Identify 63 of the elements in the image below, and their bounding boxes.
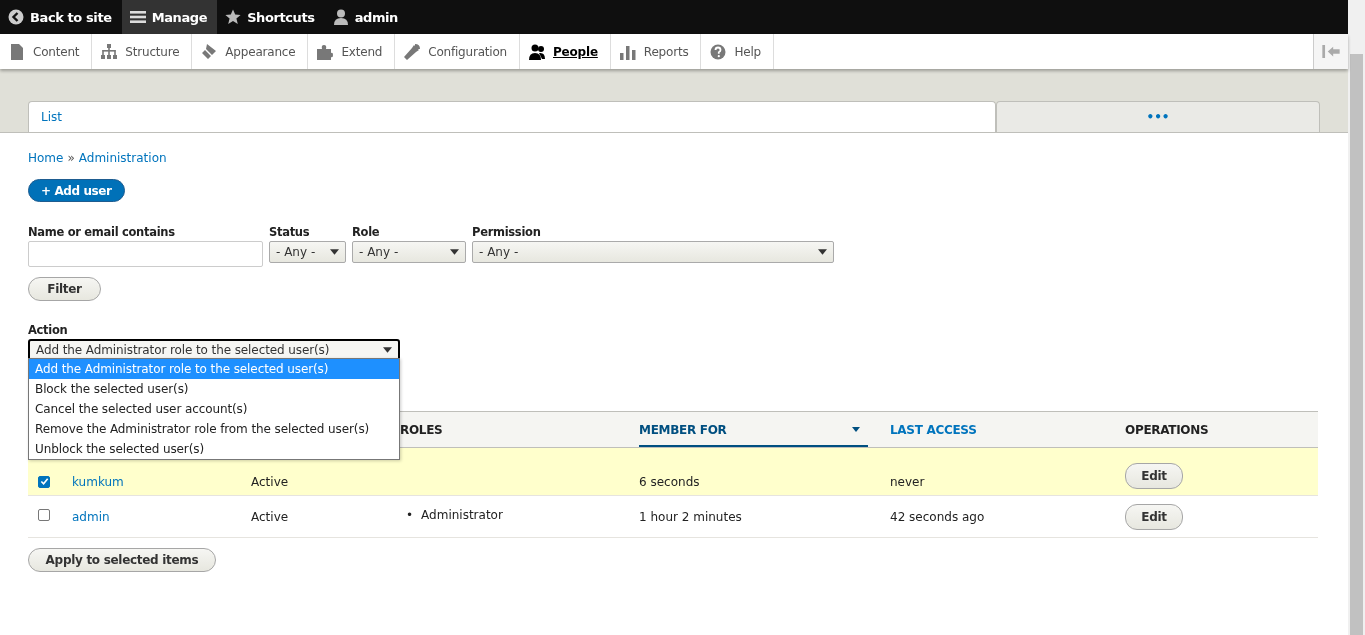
sitemap-icon: [101, 43, 118, 60]
back-icon: [8, 9, 24, 25]
checkbox[interactable]: [38, 475, 50, 488]
field-label: Role: [352, 225, 381, 239]
field-label: Permission: [472, 225, 542, 239]
toolbar-item[interactable]: Manage: [121, 0, 218, 34]
add-user-button[interactable]: + Add user: [28, 179, 125, 202]
bullet: •: [406, 506, 414, 523]
caret-icon: [383, 347, 392, 353]
dropdown-option[interactable]: Cancel the selected user account(s): [29, 399, 399, 419]
column-header[interactable]: MEMBER FOR: [639, 411, 868, 448]
sort-icon: [852, 427, 860, 432]
toolbar-item[interactable]: admin: [324, 0, 408, 34]
breadcrumb-separator: »: [67, 151, 75, 165]
tab[interactable]: •••: [996, 101, 1320, 132]
caret-icon: [818, 249, 827, 255]
arrow-left-icon: [1322, 45, 1340, 58]
star-icon: [225, 9, 242, 25]
toolbar-item[interactable]: Shortcuts: [217, 0, 325, 34]
caret-icon: [450, 249, 459, 255]
select-field[interactable]: - Any -: [269, 241, 346, 263]
caret-icon: [330, 249, 339, 255]
apply-button[interactable]: Apply to selected items: [28, 548, 216, 572]
role-item: Administrator: [421, 506, 503, 523]
breadcrumb-link[interactable]: Administration: [78, 151, 167, 165]
page-icon: [9, 43, 25, 60]
field-label: Status: [269, 225, 311, 239]
column-header[interactable]: LAST ACCESS: [868, 411, 1125, 448]
checkbox[interactable]: [38, 509, 50, 521]
toolbar-item[interactable]: Back to site: [0, 0, 122, 34]
action-select[interactable]: Add the Administrator role to the selected user(s): [28, 339, 400, 361]
member-for-text: 1 hour 2 minutes: [639, 509, 742, 524]
last-access-text: 42 seconds ago: [890, 509, 985, 524]
select-field[interactable]: - Any -: [352, 241, 466, 263]
input-field[interactable]: [28, 241, 263, 267]
dropdown-option[interactable]: Block the selected user(s): [29, 379, 399, 399]
field-label: Name or email contains: [28, 225, 176, 239]
user-icon: [332, 9, 349, 25]
people-icon: [529, 43, 545, 60]
table-row[interactable]: admin Active • Administrator 1 hour 2 minutes 42 seconds ago Edit: [28, 495, 1318, 538]
status-text: Active: [251, 509, 289, 524]
username-link[interactable]: kumkum: [72, 475, 124, 489]
username-link[interactable]: admin: [72, 509, 110, 524]
edit-button[interactable]: Edit: [1125, 503, 1183, 530]
tab[interactable]: List: [28, 101, 996, 132]
scrollbar-thumb[interactable]: [1350, 54, 1363, 635]
menu-icon: [129, 9, 146, 25]
field-label: Action: [28, 323, 69, 337]
column-header: ROLES: [400, 411, 639, 448]
bar-chart-icon: [619, 43, 636, 60]
status-text: Active: [251, 475, 289, 489]
last-access-text: never: [890, 475, 925, 489]
dropdown-option[interactable]: Remove the Administrator role from the selected user(s): [29, 419, 399, 439]
collapse-tray-button[interactable]: [1313, 34, 1348, 69]
scrollbar[interactable]: [1348, 0, 1365, 635]
member-for-text: 6 seconds: [639, 475, 700, 489]
column-header: OPERATIONS: [1125, 411, 1318, 448]
breadcrumb-link[interactable]: Home: [28, 151, 64, 165]
help-icon: [710, 43, 727, 60]
filter-button[interactable]: Filter: [28, 277, 101, 301]
edit-button[interactable]: Edit: [1125, 463, 1183, 489]
puzzle-icon: [317, 43, 334, 60]
select-field[interactable]: - Any -: [472, 241, 834, 263]
